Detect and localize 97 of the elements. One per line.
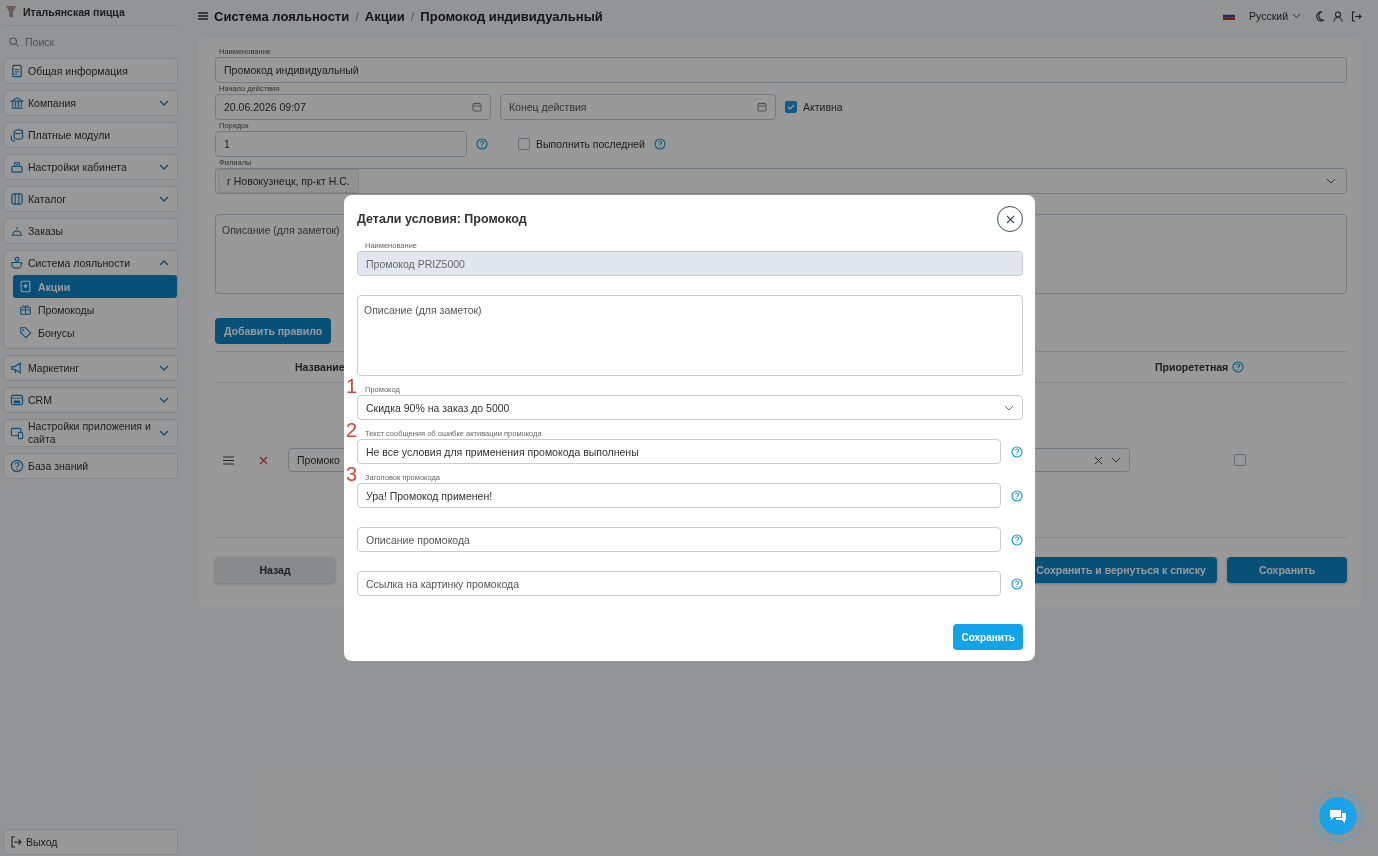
delete-icon[interactable]	[259, 455, 268, 465]
sidebar-item[interactable]: Платные модули	[4, 123, 177, 147]
chevron-icon	[159, 100, 169, 106]
book-icon	[10, 192, 24, 206]
calendar-icon[interactable]	[757, 102, 767, 112]
date-field[interactable]: 20.06.2026 09:07	[215, 94, 491, 120]
promo-select[interactable]: Скидка 90% на заказ до 5000	[357, 395, 1023, 420]
breadcrumb-separator: /	[410, 8, 415, 24]
chevron-icon	[1004, 404, 1014, 411]
sidebar-item[interactable]: База знаний	[4, 454, 177, 478]
logout-icon[interactable]	[1351, 10, 1362, 22]
bell-icon	[10, 224, 24, 238]
checkbox-label: Активна	[803, 101, 843, 113]
back-button[interactable]: Назад	[215, 557, 335, 583]
annotation-number: 2	[346, 420, 358, 440]
save-button[interactable]: Сохранить	[1227, 557, 1347, 583]
chevron-icon	[159, 365, 169, 371]
chevron-icon	[1111, 457, 1121, 463]
logout-item[interactable]: Выход	[4, 830, 177, 854]
dialog-title: Детали условия: Промокод	[357, 212, 527, 226]
help-icon[interactable]	[1011, 577, 1023, 590]
help-icon[interactable]	[476, 138, 488, 150]
input-field[interactable]: Ура! Промокод применен!	[357, 483, 1001, 508]
annotation-number: 1	[346, 376, 358, 396]
chevron-icon	[159, 164, 169, 170]
document-icon	[10, 64, 24, 78]
column-header: Название	[295, 361, 346, 373]
tag-icon	[19, 326, 32, 339]
chevron-icon	[1292, 13, 1301, 19]
coins-icon	[10, 128, 24, 142]
bank-icon	[10, 96, 24, 110]
branch-chip[interactable]: г Новокузнецк, пр-кт Н.С.	[218, 169, 359, 193]
branches-select[interactable]: г Новокузнецк, пр-кт Н.С.	[215, 168, 1347, 194]
menu-icon[interactable]	[198, 12, 208, 20]
sidebar-item[interactable]: Настройки кабинета	[4, 155, 177, 179]
chevron-icon	[159, 430, 169, 436]
sidebar-item[interactable]: CRM	[4, 388, 177, 412]
user-icon[interactable]	[1333, 10, 1343, 22]
cabinet-icon	[10, 160, 24, 174]
help-icon[interactable]	[1232, 361, 1245, 373]
sidebar-item[interactable]: Каталог	[4, 187, 177, 211]
breadcrumb-item: Промокод индивидуальный	[420, 8, 603, 24]
input-field[interactable]: Описание промокода	[357, 527, 1001, 552]
megaphone-icon	[10, 361, 24, 375]
chat-icon	[1329, 808, 1347, 824]
moon-icon[interactable]	[1315, 10, 1325, 22]
breadcrumb-item[interactable]: Акции	[364, 8, 405, 24]
input-field[interactable]: Ссылка на картинку промокода	[357, 571, 1001, 596]
notes-field[interactable]: Описание (для заметок)	[357, 295, 1023, 376]
priority-checkbox[interactable]	[1234, 454, 1246, 466]
flag-icon	[1223, 12, 1236, 20]
breadcrumb-separator: /	[355, 8, 359, 24]
add-rule-button[interactable]: Добавить правило	[215, 318, 332, 344]
search-icon	[9, 37, 19, 47]
bookmark-icon	[19, 280, 32, 293]
sidebar-subitem[interactable]: Акции	[13, 275, 177, 298]
checkbox[interactable]	[518, 138, 530, 150]
brand-name: Итальянская пицца	[23, 6, 125, 18]
chevron-icon	[159, 196, 169, 202]
annotation-number: 3	[346, 464, 358, 484]
gift-icon	[19, 303, 32, 316]
input-field[interactable]: Не все условия для применения промокода выполнены	[357, 439, 1001, 464]
sidebar-item[interactable]: Настройки приложения и сайта	[4, 420, 177, 446]
crm-icon	[10, 393, 24, 407]
sidebar-subitem[interactable]: Бонусы	[13, 321, 177, 344]
sidebar-item[interactable]: Система лояльности	[4, 251, 177, 275]
breadcrumb-item[interactable]: Система лояльности	[214, 8, 350, 24]
drag-handle-icon[interactable]	[223, 455, 234, 465]
cup-icon	[10, 256, 24, 270]
language-select[interactable]: Русский	[1243, 9, 1307, 23]
chevron-icon	[1326, 178, 1336, 184]
help-icon[interactable]	[1011, 533, 1023, 546]
close-icon	[1005, 214, 1015, 224]
chevron-icon	[159, 397, 169, 403]
help-icon[interactable]	[654, 138, 666, 150]
calendar-icon[interactable]	[472, 102, 482, 112]
close-button[interactable]	[997, 206, 1023, 232]
chevron-icon	[159, 260, 169, 266]
help-icon[interactable]	[1011, 445, 1023, 458]
checkbox[interactable]	[785, 101, 797, 113]
logout-icon	[10, 836, 22, 848]
sidebar-subitem[interactable]: Промокоды	[13, 298, 177, 321]
name-field[interactable]: Промокод индивидуальный	[215, 57, 1347, 83]
sidebar-item[interactable]: Общая информация	[4, 59, 177, 83]
help-circle-icon	[10, 459, 24, 473]
chat-button[interactable]	[1313, 791, 1363, 841]
checkbox-label: Выполнить последней	[536, 138, 645, 150]
help-icon[interactable]	[1011, 489, 1023, 502]
column-header: Приорететная	[1155, 361, 1229, 373]
date-field[interactable]: Конец действия	[500, 94, 776, 120]
sidebar-item[interactable]: Компания	[4, 91, 177, 115]
logo-icon	[5, 5, 17, 19]
clear-icon[interactable]	[1094, 455, 1103, 465]
sidebar-item[interactable]: Заказы	[4, 219, 177, 243]
sidebar-item[interactable]: Маркетинг	[4, 356, 177, 380]
order-field[interactable]: 1	[215, 131, 467, 157]
devices-icon	[10, 426, 24, 440]
